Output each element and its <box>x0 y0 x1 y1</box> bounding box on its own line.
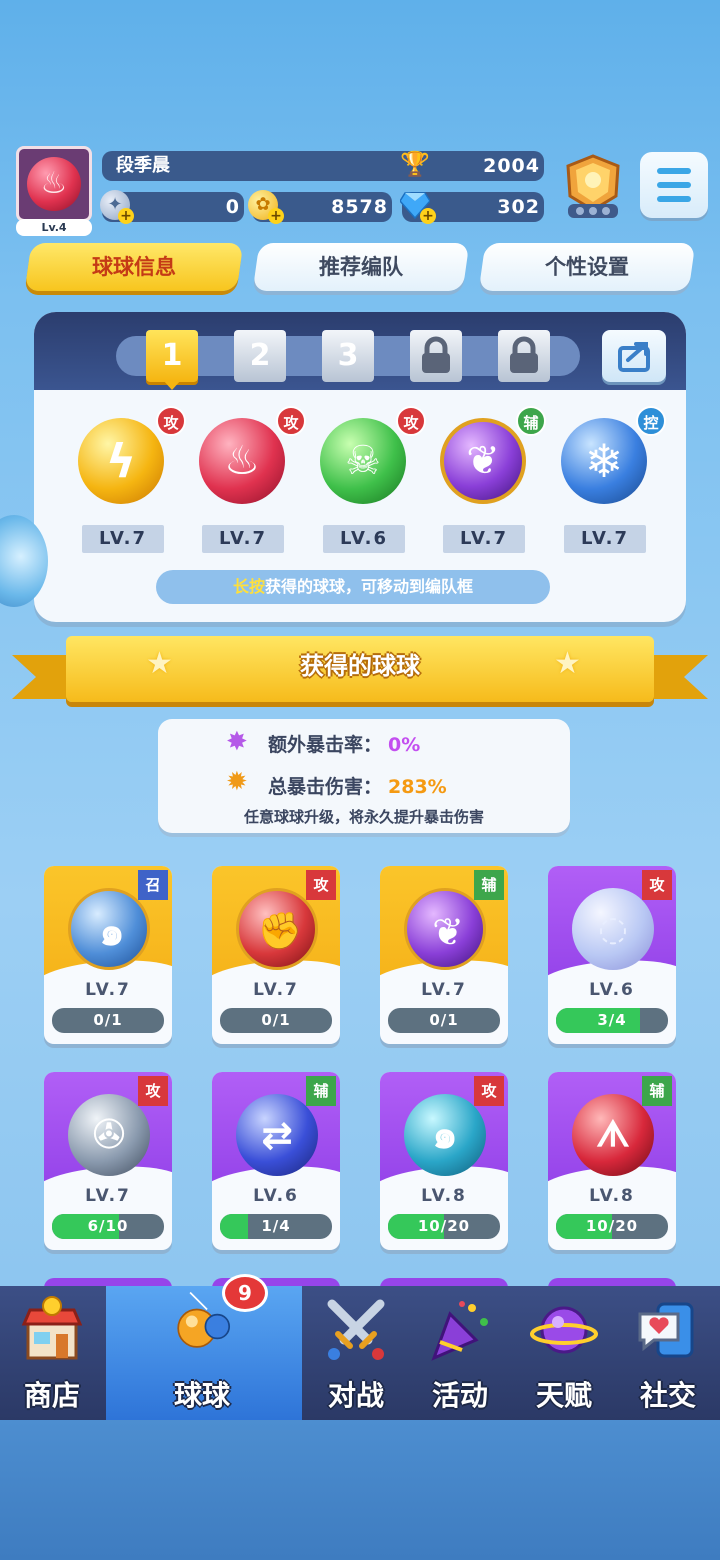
whirlpool-icon: ๑ <box>404 1094 486 1176</box>
lock-icon <box>422 336 450 373</box>
ball-card-progress: 0/1 <box>52 1008 164 1033</box>
player-level-badge: Lv.4 <box>16 219 92 236</box>
team-ball-2-level: LV.7 <box>202 525 284 553</box>
ball-card[interactable]: 辅 ᗑ LV.8 10/20 <box>548 1072 676 1250</box>
share-button[interactable] <box>602 330 666 382</box>
player-avatar[interactable]: ♨ <box>16 146 92 222</box>
add-gold-icon[interactable]: + <box>268 208 284 224</box>
team-ball-3[interactable]: ☠ <box>320 418 406 504</box>
extra-crit-value: 0% <box>388 734 421 756</box>
share-icon <box>618 342 650 372</box>
ball-card-progress: 1/4 <box>220 1214 332 1239</box>
leaf-icon: ❦ <box>404 888 486 970</box>
ball-card[interactable]: 攻 ◌ LV.6 3/4 <box>548 866 676 1044</box>
leaf-icon: ❦ <box>466 438 500 484</box>
bubble-icon: ◌ <box>572 888 654 970</box>
ball-card-progress: 10/20 <box>556 1214 668 1239</box>
menu-button[interactable] <box>640 152 708 218</box>
skull-icon: ☠ <box>345 438 381 484</box>
ball-card-level: LV.8 <box>589 1186 635 1206</box>
chat-heart-icon <box>638 1302 694 1358</box>
total-crit-label: 总暴击伤害： <box>268 776 383 798</box>
team-ball-2-tag: 攻 <box>276 406 306 436</box>
crossed-swords-icon <box>327 1299 385 1360</box>
team-ball-1[interactable]: ϟ <box>78 418 164 504</box>
team-slot-3[interactable]: 3 <box>322 330 374 382</box>
team-ball-1-tag: 攻 <box>156 406 186 436</box>
ball-card-progress: 6/10 <box>52 1214 164 1239</box>
nav-talent[interactable]: 天赋 <box>512 1292 616 1418</box>
team-ball-4-level: LV.7 <box>443 525 525 553</box>
tab-recommended-team[interactable]: 推荐编队 <box>252 243 470 291</box>
team-slot-locked-5[interactable] <box>498 330 550 382</box>
ball-card-level: LV.6 <box>589 980 635 1000</box>
planet-icon <box>530 1306 598 1354</box>
swap-arrow-icon: ⇄ <box>236 1094 318 1176</box>
ball-card-level: LV.7 <box>85 1186 131 1206</box>
crit-burst-icon: ✸ <box>226 727 248 757</box>
trophy-icon: 🏆 <box>400 150 430 178</box>
ball-card-level: LV.6 <box>253 1186 299 1206</box>
gem-amount: 302 <box>497 196 540 218</box>
ball-card-level: LV.7 <box>253 980 299 1000</box>
nav-events[interactable]: 活动 <box>408 1292 512 1418</box>
snowflake-icon: ❄ <box>584 434 624 488</box>
ball-card[interactable]: 辅 ⇄ LV.6 1/4 <box>212 1072 340 1250</box>
ball-card[interactable]: 召 ๑ LV.7 0/1 <box>44 866 172 1044</box>
extra-crit-label: 额外暴击率： <box>268 734 383 756</box>
ball-card-progress: 10/20 <box>388 1214 500 1239</box>
nav-social[interactable]: 社交 <box>616 1292 720 1418</box>
team-ball-1-level: LV.7 <box>82 525 164 553</box>
rank-badge-icon[interactable] <box>560 152 626 222</box>
crit-upgrade-note: 任意球球升级，将永久提升暴击伤害 <box>243 808 484 826</box>
total-crit-value: 283% <box>388 776 447 798</box>
team-ball-3-level: LV.6 <box>323 525 405 553</box>
team-slot-locked-4[interactable] <box>410 330 462 382</box>
ball-card-progress: 0/1 <box>388 1008 500 1033</box>
ball-card-level: LV.7 <box>85 980 131 1000</box>
crit-damage-icon: ✹ <box>226 767 248 797</box>
fist-icon: ✊ <box>236 888 318 970</box>
nav-battle[interactable]: 对战 <box>304 1292 408 1418</box>
long-press-hint: 长按获得的球球，可移动到编队框 <box>156 570 550 604</box>
tab-personal-settings[interactable]: 个性设置 <box>478 243 696 291</box>
trophy-count: 2004 <box>483 155 540 177</box>
silver-amount: 0 <box>225 196 240 218</box>
ball-card[interactable]: 攻 ๑ LV.8 10/20 <box>380 1072 508 1250</box>
lock-icon <box>510 336 538 373</box>
team-ball-5[interactable]: ❄ <box>561 418 647 504</box>
ball-card[interactable]: 攻 ✇ LV.7 6/10 <box>44 1072 172 1250</box>
ball-card-level: LV.8 <box>421 1186 467 1206</box>
menu-icon <box>657 168 691 174</box>
add-silver-icon[interactable]: + <box>118 208 134 224</box>
team-ball-5-tag: 控 <box>636 406 666 436</box>
shop-icon <box>21 1296 83 1360</box>
balls-notification-badge: 9 <box>222 1274 268 1312</box>
party-popper-icon <box>431 1301 488 1361</box>
team-ball-4[interactable]: ❦ <box>440 418 526 504</box>
tab-ball-info[interactable]: 球球信息 <box>24 243 244 291</box>
ball-card-progress: 3/4 <box>556 1008 668 1033</box>
team-ball-4-tag: 辅 <box>516 406 546 436</box>
team-slot-1[interactable]: 1 <box>146 330 198 382</box>
section-title: 获得的球球 <box>300 652 420 680</box>
add-gem-icon[interactable]: + <box>420 208 436 224</box>
ball-card[interactable]: 攻 ✊ LV.7 0/1 <box>212 866 340 1044</box>
team-ball-2[interactable]: ♨ <box>199 418 285 504</box>
gold-amount: 8578 <box>331 196 388 218</box>
flame-icon: ♨ <box>224 438 260 484</box>
ball-card-progress: 0/1 <box>220 1008 332 1033</box>
fan-icon: ✇ <box>68 1094 150 1176</box>
ball-card[interactable]: 辅 ❦ LV.7 0/1 <box>380 866 508 1044</box>
team-ball-5-level: LV.7 <box>564 525 646 553</box>
team-slot-2[interactable]: 2 <box>234 330 286 382</box>
flame-ball-avatar-icon: ♨ <box>27 157 81 211</box>
player-name: 段季晨 <box>116 155 170 176</box>
lightning-icon: ϟ <box>105 434 137 488</box>
ball-card-level: LV.7 <box>421 980 467 1000</box>
team-ball-3-tag: 攻 <box>396 406 426 436</box>
vortex-icon: ๑ <box>68 888 150 970</box>
nav-shop[interactable]: 商店 <box>0 1292 104 1418</box>
fangs-icon: ᗑ <box>572 1094 654 1176</box>
